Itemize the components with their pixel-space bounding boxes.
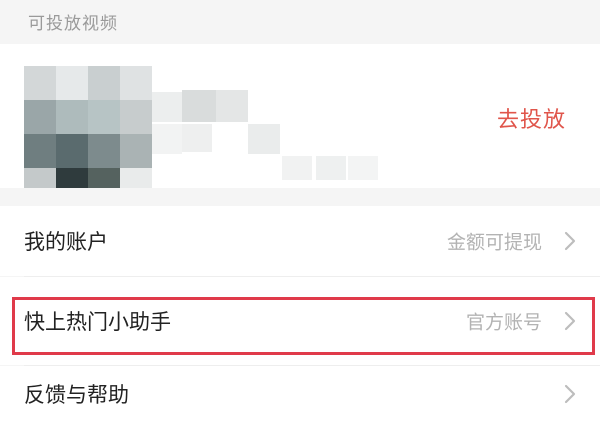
menu-item-feedback-help[interactable]: 反馈与帮助 (0, 366, 600, 422)
cast-button[interactable]: 去投放 (497, 102, 566, 134)
video-thumbnail[interactable] (24, 66, 152, 202)
menu-item-label: 我的账户 (24, 230, 108, 254)
menu-item-my-account[interactable]: 我的账户 金额可提现 (0, 206, 600, 276)
chevron-right-icon (564, 231, 576, 251)
menu-item-hot-assistant[interactable]: 快上热门小助手 官方账号 (0, 277, 600, 365)
menu-item-label: 反馈与帮助 (24, 383, 129, 407)
menu-item-value: 金额可提现 (446, 231, 542, 254)
chevron-right-icon (564, 311, 576, 331)
chevron-right-icon (564, 384, 576, 404)
section-title: 可投放视频 (28, 14, 118, 34)
video-card[interactable]: 去投放 (0, 44, 600, 202)
screen: 可投放视频 去投放 我的账户 金额可提现 快上热门小助手 官方账号 反馈与帮助 (0, 0, 600, 422)
section-gap (0, 188, 600, 206)
menu-item-label: 快上热门小助手 (24, 310, 171, 334)
section-header: 可投放视频 (0, 0, 600, 44)
menu-item-value: 官方账号 (465, 311, 542, 334)
